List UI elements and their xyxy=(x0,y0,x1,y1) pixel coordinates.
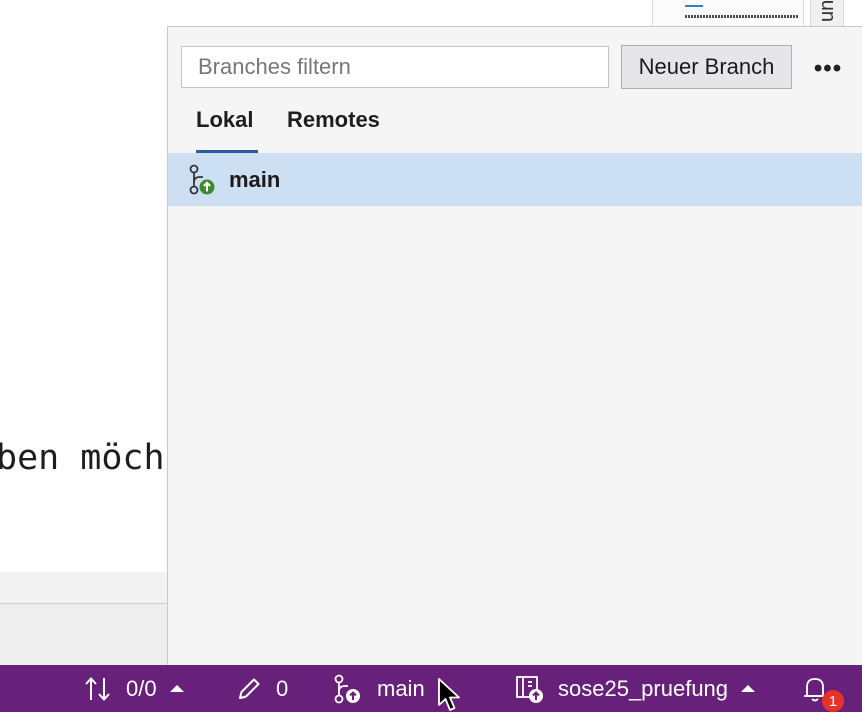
branch-icon xyxy=(334,674,360,703)
chevron-up-icon xyxy=(169,685,184,692)
new-branch-button[interactable]: Neuer Branch xyxy=(621,45,792,89)
side-tab[interactable]: un xyxy=(810,0,844,26)
branch-name: main xyxy=(229,166,281,192)
branch-name: main xyxy=(377,675,425,701)
branch-picker-flyout: Neuer Branch ••• Lokal Remotes main xyxy=(167,26,862,665)
sync-arrows-icon xyxy=(85,676,110,701)
branch-list: main xyxy=(168,153,862,206)
tab-local[interactable]: Lokal xyxy=(196,107,258,153)
branch-row-main[interactable]: main xyxy=(168,153,862,206)
status-bar: 0/0 0 main sose25_pruefung xyxy=(0,665,862,712)
mouse-cursor-icon xyxy=(438,678,460,711)
more-options-button[interactable]: ••• xyxy=(808,51,848,87)
sync-status[interactable]: 0/0 xyxy=(84,665,184,712)
bottom-panel xyxy=(0,604,167,665)
repository-selector[interactable]: sose25_pruefung xyxy=(515,665,756,712)
branch-filter-input[interactable] xyxy=(181,46,609,88)
branch-publish-icon xyxy=(189,164,215,194)
document-thumbnail xyxy=(652,0,804,26)
chevron-up-icon xyxy=(741,685,756,692)
side-tab-label: un xyxy=(816,0,838,22)
editor-text-line: ben möch xyxy=(0,438,165,478)
editor-scrollbar-area[interactable] xyxy=(0,572,167,604)
pencil-icon xyxy=(239,678,260,699)
repository-name: sose25_pruefung xyxy=(558,675,729,701)
changes-count: 0 xyxy=(276,675,289,701)
tab-remotes[interactable]: Remotes xyxy=(287,107,380,149)
pending-changes[interactable]: 0 xyxy=(236,665,288,712)
sync-text: 0/0 xyxy=(126,675,157,701)
repository-icon xyxy=(516,675,543,703)
notification-badge: 1 xyxy=(822,690,844,712)
branch-selector[interactable]: main xyxy=(333,665,452,712)
